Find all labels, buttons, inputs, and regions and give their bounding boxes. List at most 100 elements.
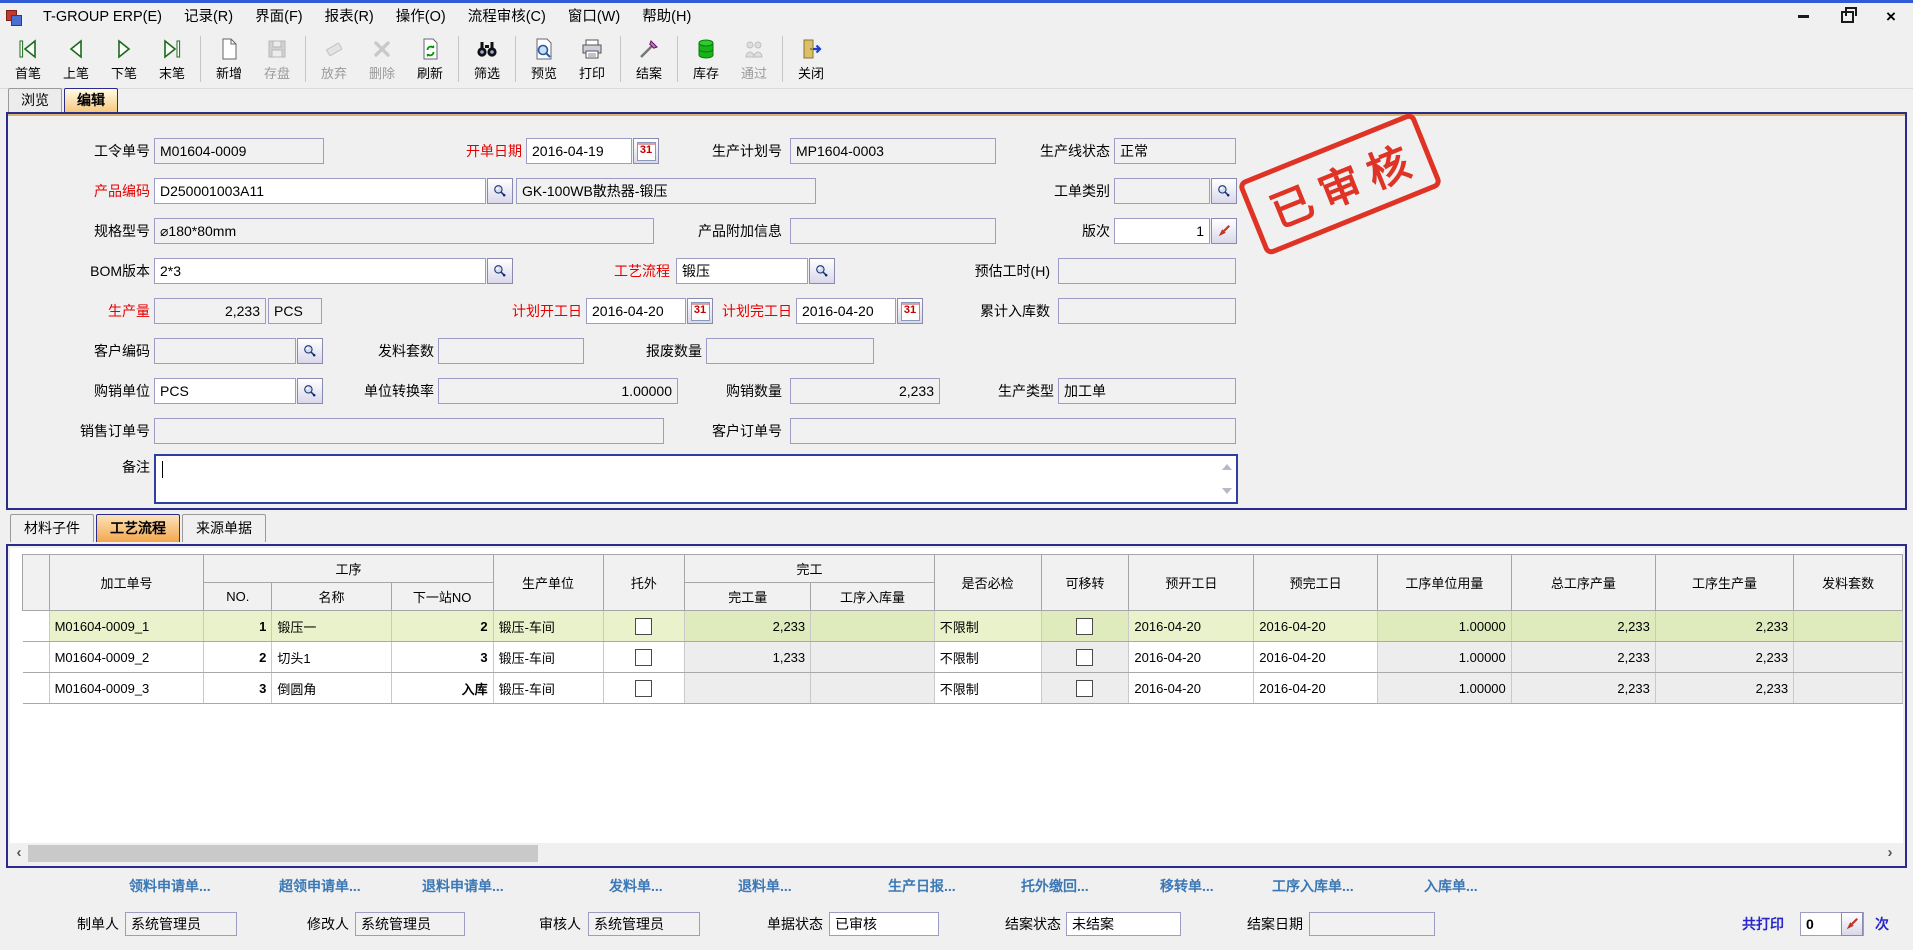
detail-tab-process-route[interactable]: 工艺流程 bbox=[96, 514, 180, 542]
cell-name[interactable]: 切头1 bbox=[272, 642, 391, 673]
menu-item-5[interactable]: 流程审核(C) bbox=[457, 5, 557, 29]
cell-done_qty[interactable]: 1,233 bbox=[685, 642, 811, 673]
cell-transferable[interactable] bbox=[1041, 611, 1129, 642]
menu-item-7[interactable]: 帮助(H) bbox=[631, 5, 702, 29]
toolbar-button-print-preview[interactable]: 预览 bbox=[520, 32, 568, 86]
view-tab-browse[interactable]: 浏览 bbox=[8, 88, 62, 112]
link-issue-doc[interactable]: 发料单... bbox=[609, 874, 663, 898]
link-step-inbound-doc[interactable]: 工序入库单... bbox=[1272, 874, 1354, 898]
detail-tab-source-docs[interactable]: 来源单据 bbox=[182, 514, 266, 542]
toolbar-button-refresh[interactable]: 刷新 bbox=[406, 32, 454, 86]
cell-unit[interactable]: 锻压-车间 bbox=[493, 611, 603, 642]
prod-type-field[interactable]: 加工单 bbox=[1058, 378, 1236, 404]
cell-unit[interactable]: 锻压-车间 bbox=[493, 673, 603, 704]
cell-unit_usage[interactable]: 1.00000 bbox=[1378, 642, 1512, 673]
menu-item-6[interactable]: 窗口(W) bbox=[557, 5, 631, 29]
toolbar-button-binoculars[interactable]: 筛选 bbox=[463, 32, 511, 86]
link-over-pick-request[interactable]: 超领申请单... bbox=[279, 874, 361, 898]
cell-total_output[interactable]: 2,233 bbox=[1511, 673, 1655, 704]
cell-issue_sets[interactable] bbox=[1794, 642, 1903, 673]
link-transfer-doc[interactable]: 移转单... bbox=[1160, 874, 1214, 898]
cell-no[interactable]: 1 bbox=[204, 611, 272, 642]
cell-outsource[interactable] bbox=[603, 642, 685, 673]
cell-must_check[interactable]: 不限制 bbox=[934, 611, 1041, 642]
cell-pre_start[interactable]: 2016-04-20 bbox=[1129, 673, 1254, 704]
cell-in_qty[interactable] bbox=[811, 673, 935, 704]
cell-no[interactable]: 3 bbox=[204, 673, 272, 704]
detail-tab-materials[interactable]: 材料子件 bbox=[10, 514, 94, 542]
product-name-field[interactable]: GK-100WB散热器-锻压 bbox=[516, 178, 816, 204]
cell-next[interactable]: 2 bbox=[391, 611, 493, 642]
outsource-checkbox[interactable] bbox=[635, 618, 652, 635]
wo-category-lookup-button[interactable] bbox=[1211, 178, 1237, 204]
cell-next[interactable]: 入库 bbox=[391, 673, 493, 704]
revision-spinner-button[interactable] bbox=[1211, 218, 1237, 244]
scroll-down-icon[interactable] bbox=[1222, 488, 1232, 494]
line-status-field[interactable]: 正常 bbox=[1114, 138, 1236, 164]
toolbar-button-close-case[interactable]: 结案 bbox=[625, 32, 673, 86]
product-code-field[interactable]: D250001003A11 bbox=[154, 178, 486, 204]
scroll-left-arrow[interactable]: ‹ bbox=[10, 843, 28, 864]
cell-issue_sets[interactable] bbox=[1794, 611, 1903, 642]
minimize-button[interactable] bbox=[1795, 9, 1811, 25]
cell-name[interactable]: 锻压一 bbox=[272, 611, 391, 642]
customer-order-no-field[interactable] bbox=[790, 418, 1236, 444]
cell-issue_sets[interactable] bbox=[1794, 673, 1903, 704]
cell-unit_usage[interactable]: 1.00000 bbox=[1378, 673, 1512, 704]
outsource-checkbox[interactable] bbox=[635, 680, 652, 697]
print-count-spinner-button[interactable] bbox=[1841, 912, 1863, 936]
cell-in_qty[interactable] bbox=[811, 611, 935, 642]
menu-item-2[interactable]: 界面(F) bbox=[244, 5, 314, 29]
link-outsource-return[interactable]: 托外缴回... bbox=[1021, 874, 1089, 898]
cell-step_output[interactable]: 2,233 bbox=[1655, 642, 1793, 673]
prod-qty-field[interactable]: 2,233 bbox=[154, 298, 266, 324]
toolbar-button-new-doc[interactable]: 新增 bbox=[205, 32, 253, 86]
cell-transferable[interactable] bbox=[1041, 642, 1129, 673]
cell-outsource[interactable] bbox=[603, 611, 685, 642]
cell-transferable[interactable] bbox=[1041, 673, 1129, 704]
cell-in_qty[interactable] bbox=[811, 642, 935, 673]
cell-outsource[interactable] bbox=[603, 673, 685, 704]
transferable-checkbox[interactable] bbox=[1076, 618, 1093, 635]
cell-step_output[interactable]: 2,233 bbox=[1655, 611, 1793, 642]
cell-next[interactable]: 3 bbox=[391, 642, 493, 673]
cell-total_output[interactable]: 2,233 bbox=[1511, 611, 1655, 642]
cell-step_output[interactable]: 2,233 bbox=[1655, 673, 1793, 704]
toolbar-button-exit-door[interactable]: 关闭 bbox=[787, 32, 835, 86]
total-in-qty-field[interactable] bbox=[1058, 298, 1236, 324]
outsource-checkbox[interactable] bbox=[635, 649, 652, 666]
cell-unit[interactable]: 锻压-车间 bbox=[493, 642, 603, 673]
transferable-checkbox[interactable] bbox=[1076, 680, 1093, 697]
menu-item-0[interactable]: T-GROUP ERP(E) bbox=[32, 5, 173, 29]
toolbar-button-nav-next[interactable]: 下笔 bbox=[100, 32, 148, 86]
toolbar-button-printer[interactable]: 打印 bbox=[568, 32, 616, 86]
cell-pre_finish[interactable]: 2016-04-20 bbox=[1254, 642, 1378, 673]
link-inbound-doc[interactable]: 入库单... bbox=[1424, 874, 1478, 898]
menu-item-4[interactable]: 操作(O) bbox=[385, 5, 457, 29]
cell-pre_start[interactable]: 2016-04-20 bbox=[1129, 611, 1254, 642]
cell-wo[interactable]: M01604-0009_2 bbox=[49, 642, 204, 673]
cell-pre_finish[interactable]: 2016-04-20 bbox=[1254, 673, 1378, 704]
est-hours-field[interactable] bbox=[1058, 258, 1236, 284]
cell-done_qty[interactable]: 2,233 bbox=[685, 611, 811, 642]
toolbar-button-nav-prev[interactable]: 上笔 bbox=[52, 32, 100, 86]
cell-done_qty[interactable] bbox=[685, 673, 811, 704]
cell-unit_usage[interactable]: 1.00000 bbox=[1378, 611, 1512, 642]
link-return-request[interactable]: 退料申请单... bbox=[422, 874, 504, 898]
menu-item-3[interactable]: 报表(R) bbox=[314, 5, 385, 29]
close-button[interactable]: × bbox=[1883, 9, 1899, 25]
cell-wo[interactable]: M01604-0009_1 bbox=[49, 611, 204, 642]
link-pick-request[interactable]: 领料申请单... bbox=[129, 874, 211, 898]
link-return-doc[interactable]: 退料单... bbox=[738, 874, 792, 898]
scroll-right-arrow[interactable]: › bbox=[1881, 843, 1899, 864]
cell-name[interactable]: 倒圆角 bbox=[272, 673, 391, 704]
scroll-up-icon[interactable] bbox=[1222, 464, 1232, 470]
menu-item-1[interactable]: 记录(R) bbox=[173, 5, 244, 29]
cell-no[interactable]: 2 bbox=[204, 642, 272, 673]
scrap-qty-field[interactable] bbox=[706, 338, 874, 364]
wo-category-field[interactable] bbox=[1114, 178, 1210, 204]
cell-pre_finish[interactable]: 2016-04-20 bbox=[1254, 611, 1378, 642]
restore-button[interactable] bbox=[1839, 9, 1855, 25]
cell-pre_start[interactable]: 2016-04-20 bbox=[1129, 642, 1254, 673]
scroll-thumb[interactable] bbox=[28, 845, 538, 862]
